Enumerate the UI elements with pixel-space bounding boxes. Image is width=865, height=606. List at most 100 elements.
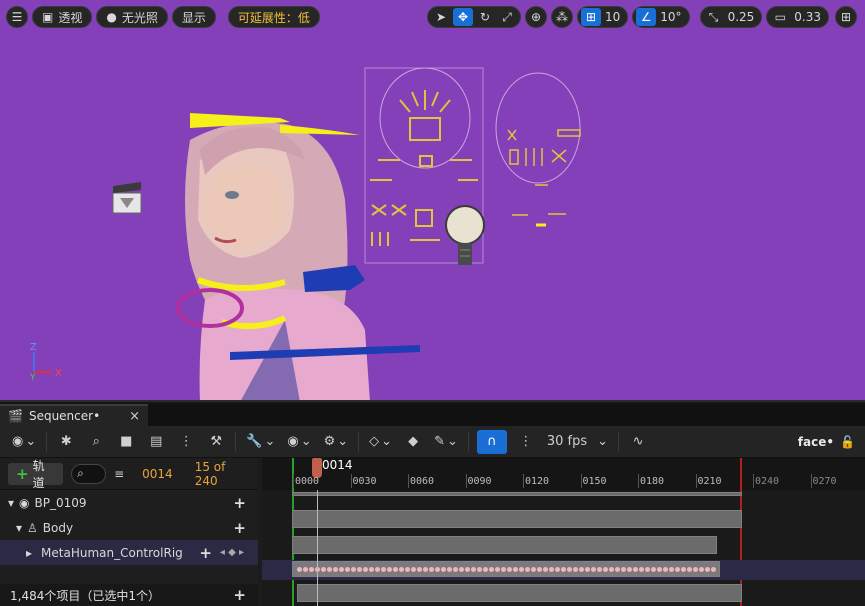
keyframe-dot[interactable] (537, 566, 542, 572)
keyframe-dot[interactable] (369, 566, 374, 572)
keyframe-dot[interactable] (579, 566, 584, 572)
keyframe-dot[interactable] (441, 566, 446, 572)
actions-button[interactable]: ⚒ (205, 430, 227, 454)
keyframe-dot[interactable] (663, 566, 668, 572)
timeline-area[interactable]: 0014 0000 0030 0060 0090 0120 0150 0180 0210 024… (262, 458, 865, 606)
collapse-arrow-icon[interactable]: ▸ (26, 546, 32, 560)
fps-dropdown[interactable]: 30 fps ⌄ (545, 430, 610, 454)
keyframe-dot[interactable] (357, 566, 362, 572)
keyframe-dot[interactable] (405, 566, 410, 572)
add-track-button[interactable]: + 轨道 (8, 459, 64, 490)
keyframe-dot[interactable] (495, 566, 500, 572)
tools-dropdown[interactable]: 🔧 ⌄ (244, 430, 277, 454)
keyframe-dot[interactable] (477, 566, 482, 572)
keyframe-dot[interactable] (489, 566, 494, 572)
keyframe-dot[interactable] (399, 566, 404, 572)
playback-options-dropdown[interactable]: ⚙ ⌄ (322, 430, 351, 454)
level-viewport[interactable]: Z X Y ☰ ▣ 透视 ● 无光照 显示 可延展性：低 ➤ ✥ ↻ ⤢ ⊕ ⁂… (0, 0, 865, 402)
keyframe-dot[interactable] (651, 566, 656, 572)
view-dropdown[interactable]: ◉ ⌄ (285, 430, 313, 454)
keyframe-dot[interactable] (459, 566, 464, 572)
control-rig-section[interactable] (292, 561, 720, 577)
sequence-name[interactable]: face• (798, 435, 834, 449)
select-tool-icon[interactable]: ➤ (431, 8, 451, 26)
keyframe-dot[interactable] (525, 566, 530, 572)
keyframe-dot[interactable] (519, 566, 524, 572)
add-icon[interactable]: + (233, 519, 246, 537)
find-asset-button[interactable]: ⌕ (85, 430, 107, 454)
keyframe-dot[interactable] (561, 566, 566, 572)
scale-snap-icon[interactable]: ⤡ (704, 8, 724, 26)
keyframe-dot[interactable] (501, 566, 506, 572)
keyframe-dot[interactable] (621, 566, 626, 572)
add-icon[interactable]: + (233, 586, 246, 604)
keyframe-dot[interactable] (423, 566, 428, 572)
keyframe-dot[interactable] (447, 566, 452, 572)
rotation-snap-group[interactable]: ∠ 10° (632, 6, 690, 28)
auto-key-button[interactable]: ◆ (402, 430, 424, 454)
search-input[interactable]: ⌕ (71, 463, 107, 484)
scalability-warning-button[interactable]: 可延展性：低 (227, 6, 320, 28)
viewport-menu-button[interactable]: ☰ (6, 6, 28, 28)
keyframe-dot[interactable] (429, 566, 434, 572)
keyframe-dot[interactable] (333, 566, 338, 572)
keyframe-dot[interactable] (387, 566, 392, 572)
track-row-control-rig[interactable]: ▸ MetaHuman_ControlRig ◂ ◆ ▸ + (0, 540, 258, 565)
body-section[interactable] (292, 536, 717, 554)
keyframe-dot[interactable] (609, 566, 614, 572)
keyframe-dot[interactable] (411, 566, 416, 572)
scale-tool-icon[interactable]: ⤢ (497, 8, 517, 26)
camera-speed-group[interactable]: ▭ 0.33 (766, 6, 829, 28)
keyframe-dot[interactable] (471, 566, 476, 572)
keyframe-dot[interactable] (585, 566, 590, 572)
create-camera-button[interactable]: ■ (115, 430, 137, 454)
keyframe-dot[interactable] (591, 566, 596, 572)
keyframe-dot[interactable] (633, 566, 638, 572)
rotation-snap-value[interactable]: 10° (658, 10, 685, 24)
control-rig-subsection[interactable] (297, 584, 742, 602)
lighting-mode-button[interactable]: ● 无光照 (96, 6, 168, 28)
keyframe-dot[interactable] (567, 566, 572, 572)
keyframe-dot[interactable] (453, 566, 458, 572)
keyframe-dot[interactable] (351, 566, 356, 572)
camera-icon[interactable]: ▭ (770, 8, 790, 26)
sequencer-tab[interactable]: 🎬 Sequencer• × (0, 404, 148, 426)
render-movie-button[interactable]: ▤ (145, 430, 167, 454)
keyframe-dot[interactable] (693, 566, 698, 572)
keyframe-dot[interactable] (321, 566, 326, 572)
filter-icon[interactable]: ≡ (114, 467, 124, 481)
keyframe-dot[interactable] (597, 566, 602, 572)
time-ruler[interactable]: 0014 0000 0030 0060 0090 0120 0150 0180 0210 024… (262, 458, 865, 606)
keyframe-dot[interactable] (573, 566, 578, 572)
keyframe-dot[interactable] (615, 566, 620, 572)
key-interpolation-dropdown[interactable]: ◇ ⌄ (367, 430, 394, 454)
keyframe-dot[interactable] (417, 566, 422, 572)
move-tool-icon[interactable]: ✥ (453, 8, 473, 26)
track-row-bp-0109[interactable]: ▾ ◉ BP_0109 + (0, 490, 258, 515)
playhead-marker[interactable] (312, 458, 322, 478)
grid-snap-value[interactable]: 10 (603, 10, 624, 24)
keyframe-dot[interactable] (513, 566, 518, 572)
current-frame[interactable]: 0014 (142, 467, 173, 481)
keyframe-dot[interactable] (339, 566, 344, 572)
keyframe-dot[interactable] (435, 566, 440, 572)
keyframe-dot[interactable] (483, 566, 488, 572)
perspective-button[interactable]: ▣ 透视 (32, 6, 93, 28)
expand-arrow-icon[interactable]: ▾ (16, 521, 22, 535)
keyframe-dot[interactable] (603, 566, 608, 572)
keyframe-dot[interactable] (705, 566, 710, 572)
sequence-section[interactable] (292, 492, 742, 496)
angle-snap-icon[interactable]: ∠ (636, 8, 657, 26)
add-icon[interactable]: + (233, 494, 246, 512)
grid-snap-group[interactable]: ⊞ 10 (577, 6, 629, 28)
show-button[interactable]: 显示 (171, 6, 216, 28)
keyframe-dot[interactable] (657, 566, 662, 572)
keyframe-dot[interactable] (327, 566, 332, 572)
curve-editor-button[interactable]: ∿ (627, 430, 649, 454)
keyframe-dot[interactable] (309, 566, 314, 572)
close-icon[interactable]: × (129, 409, 140, 424)
world-local-toggle[interactable]: ⊕ (525, 6, 547, 28)
keyframe-dot[interactable] (345, 566, 350, 572)
keyframe-dot[interactable] (531, 566, 536, 572)
keyframe-dot[interactable] (507, 566, 512, 572)
